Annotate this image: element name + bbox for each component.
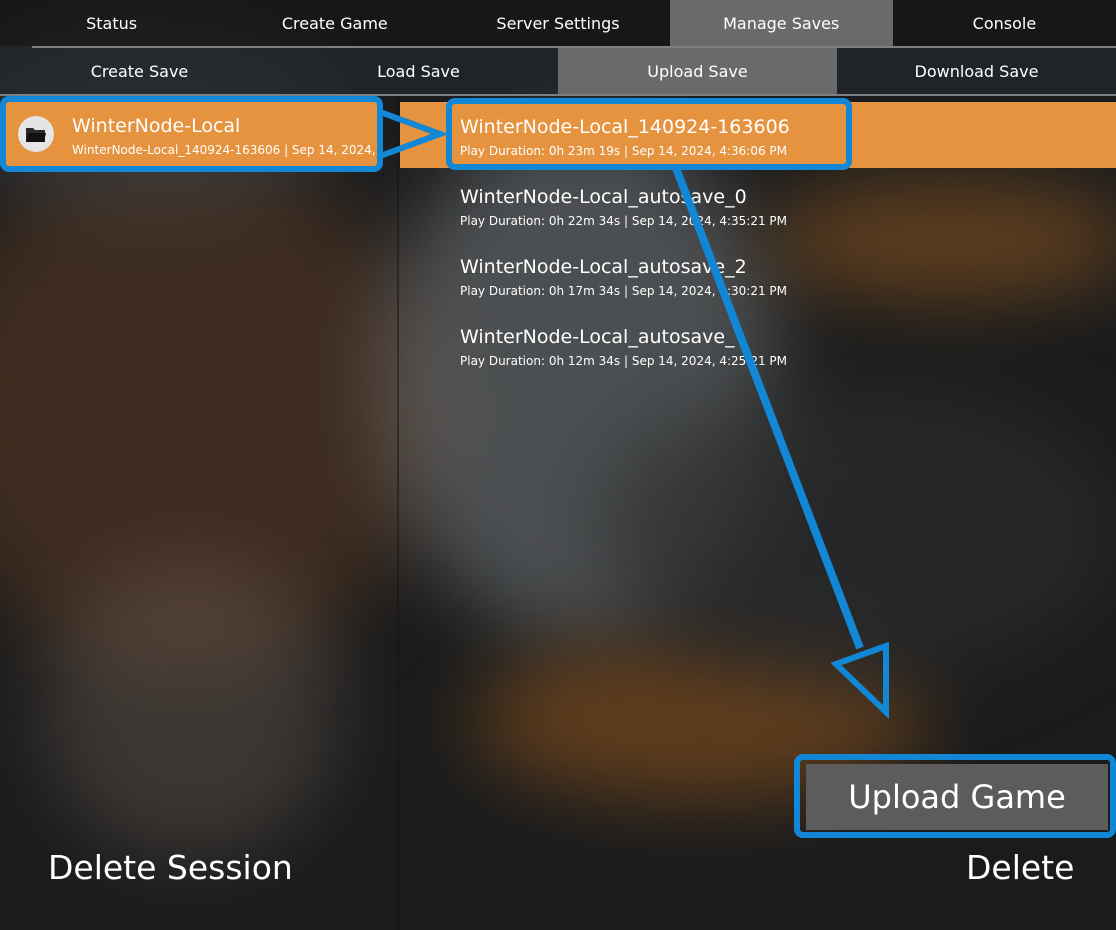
upload-game-button[interactable]: Upload Game bbox=[806, 764, 1108, 830]
subtabs-divider bbox=[0, 94, 1116, 96]
save-name: WinterNode-Local_140924-163606 bbox=[460, 116, 790, 138]
save-meta: Play Duration: 0h 23m 19s | Sep 14, 2024… bbox=[460, 144, 787, 158]
save-meta: Play Duration: 0h 17m 34s | Sep 14, 2024… bbox=[460, 284, 787, 298]
save-subtabs: Create Save Load Save Upload Save Downlo… bbox=[0, 48, 1116, 94]
delete-button[interactable]: Delete bbox=[966, 848, 1074, 887]
save-name: WinterNode-Local_autosave_ bbox=[460, 326, 735, 348]
save-meta: Play Duration: 0h 22m 34s | Sep 14, 2024… bbox=[460, 214, 787, 228]
subtab-download-save[interactable]: Download Save bbox=[837, 48, 1116, 94]
main-tabs: Status Create Game Server Settings Manag… bbox=[0, 0, 1116, 46]
save-list: WinterNode-Local_140924-163606 Play Dura… bbox=[400, 102, 1116, 382]
subtab-load-save[interactable]: Load Save bbox=[279, 48, 558, 94]
save-name: WinterNode-Local_autosave_2 bbox=[460, 256, 747, 278]
save-name: WinterNode-Local_autosave_0 bbox=[460, 186, 747, 208]
tab-manage-saves[interactable]: Manage Saves bbox=[669, 0, 893, 46]
tab-server-settings[interactable]: Server Settings bbox=[446, 0, 670, 46]
save-item[interactable]: WinterNode-Local_autosave_ Play Duration… bbox=[400, 312, 1116, 382]
session-item[interactable]: WinterNode-Local WinterNode-Local_140924… bbox=[6, 102, 378, 166]
session-title: WinterNode-Local bbox=[72, 115, 241, 137]
column-divider bbox=[397, 96, 399, 930]
folder-icon bbox=[18, 116, 54, 152]
delete-session-button[interactable]: Delete Session bbox=[48, 848, 293, 887]
save-item[interactable]: WinterNode-Local_140924-163606 Play Dura… bbox=[400, 102, 1116, 168]
session-subtitle: WinterNode-Local_140924-163606 | Sep 14,… bbox=[72, 143, 378, 157]
subtab-upload-save[interactable]: Upload Save bbox=[558, 48, 837, 94]
save-item[interactable]: WinterNode-Local_autosave_0 Play Duratio… bbox=[400, 172, 1116, 242]
save-meta: Play Duration: 0h 12m 34s | Sep 14, 2024… bbox=[460, 354, 787, 368]
tab-status[interactable]: Status bbox=[0, 0, 224, 46]
tab-console[interactable]: Console bbox=[892, 0, 1116, 46]
subtab-create-save[interactable]: Create Save bbox=[0, 48, 279, 94]
tab-create-game[interactable]: Create Game bbox=[223, 0, 447, 46]
save-item[interactable]: WinterNode-Local_autosave_2 Play Duratio… bbox=[400, 242, 1116, 312]
